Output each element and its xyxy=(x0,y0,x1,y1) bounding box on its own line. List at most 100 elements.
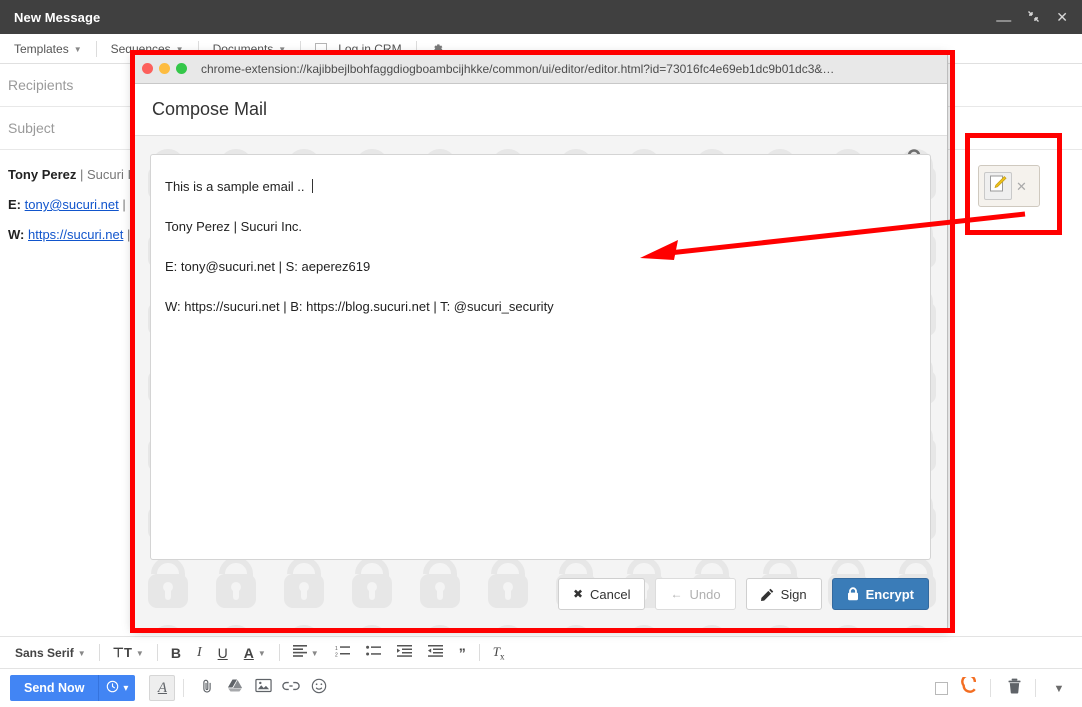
svg-text:1: 1 xyxy=(335,646,338,652)
sucuri-logo-icon xyxy=(961,677,978,699)
formatting-options-button[interactable]: A xyxy=(149,675,175,701)
insert-emoji-button[interactable] xyxy=(306,675,332,701)
screen: New Message — ✕ Templates ▼ Sequences ▼ … xyxy=(0,0,1082,707)
collapse-icon[interactable] xyxy=(1027,10,1040,25)
insert-link-button[interactable] xyxy=(278,675,304,701)
page-title: New Message xyxy=(0,10,100,25)
indent-decrease-icon xyxy=(397,645,412,660)
divider xyxy=(990,679,991,697)
signature-name: Tony Perez xyxy=(8,167,76,182)
tracking-checkbox[interactable] xyxy=(935,682,948,695)
minimize-icon[interactable]: — xyxy=(996,13,1011,28)
window-controls: — ✕ xyxy=(996,10,1082,25)
extension-url: chrome-extension://kajibbejlbohfaggdiogb… xyxy=(201,62,834,76)
website-prefix: W: xyxy=(8,227,24,242)
divider xyxy=(99,644,100,661)
compose-pencil-icon xyxy=(988,174,1008,199)
more-options-button[interactable]: ▼ xyxy=(1046,675,1072,701)
encrypt-label: Encrypt xyxy=(866,587,914,602)
bullet-list-button[interactable] xyxy=(359,641,388,665)
compose-window-titlebar: New Message — ✕ xyxy=(0,0,1082,34)
close-icon[interactable]: ✕ xyxy=(1056,10,1068,24)
pencil-icon xyxy=(761,588,774,601)
bold-button[interactable]: B xyxy=(164,641,188,665)
editor-area: This is a sample email .. Tony Perez | S… xyxy=(134,136,947,560)
quote-button[interactable]: ” xyxy=(452,641,473,665)
more-options-icon: ▼ xyxy=(1054,683,1065,695)
font-family-label: Sans Serif xyxy=(15,646,74,660)
indent-increase-icon xyxy=(428,645,443,660)
cancel-label: Cancel xyxy=(590,587,630,602)
send-button[interactable]: Send Now ▾ xyxy=(10,675,135,701)
align-left-icon xyxy=(293,645,307,660)
attach-file-icon xyxy=(199,678,215,699)
message-text-1: This is a sample email .. xyxy=(165,179,308,194)
text-cursor xyxy=(312,179,313,193)
recipients-placeholder: Recipients xyxy=(8,77,73,93)
attach-file-button[interactable] xyxy=(194,675,220,701)
extension-header: Compose Mail xyxy=(134,84,947,136)
font-size-icon: ⊤T xyxy=(113,645,132,661)
divider xyxy=(157,644,158,661)
italic-button[interactable]: I xyxy=(190,641,209,665)
minimize-dot-icon[interactable] xyxy=(159,63,170,74)
zoom-dot-icon[interactable] xyxy=(176,63,187,74)
align-button[interactable]: ▼ xyxy=(286,641,326,665)
undo-label: Undo xyxy=(689,587,720,602)
indent-decrease-button[interactable] xyxy=(390,641,419,665)
compose-pencil-button[interactable] xyxy=(984,172,1012,200)
insert-photo-button[interactable] xyxy=(250,675,276,701)
message-editor[interactable]: This is a sample email .. Tony Perez | S… xyxy=(150,154,931,560)
indent-increase-button[interactable] xyxy=(421,641,450,665)
formatting-options-icon: A xyxy=(158,680,167,697)
cancel-button[interactable]: ✖ Cancel xyxy=(558,578,646,610)
underline-button[interactable]: U xyxy=(211,641,235,665)
send-label: Send Now xyxy=(10,675,98,701)
bold-icon: B xyxy=(171,645,181,661)
font-size-button[interactable]: ⊤T ▼ xyxy=(106,641,151,665)
compose-mail-title: Compose Mail xyxy=(152,99,267,120)
sign-button[interactable]: Sign xyxy=(746,578,822,610)
block-quote-icon: ” xyxy=(459,645,466,661)
undo-arrow-icon: ← xyxy=(670,588,682,600)
divider xyxy=(479,644,480,661)
encrypt-button[interactable]: Encrypt xyxy=(832,578,929,610)
text-color-button[interactable]: A ▼ xyxy=(237,641,273,665)
formatting-toolbar: Sans Serif ▼ ⊤T ▼ B I U A ▼ ▼ 12 xyxy=(0,636,1082,669)
chevron-down-icon: ▼ xyxy=(136,649,144,658)
google-drive-icon xyxy=(227,678,243,698)
numbered-list-button[interactable]: 12 xyxy=(328,641,357,665)
schedule-send-dropdown[interactable]: ▾ xyxy=(98,675,135,701)
close-dot-icon[interactable] xyxy=(142,63,153,74)
templates-menu[interactable]: Templates ▼ xyxy=(0,42,96,56)
message-line-3: E: tony@sucuri.net | S: aeperez619 xyxy=(165,247,916,287)
insert-link-icon xyxy=(282,679,300,697)
discard-draft-button[interactable] xyxy=(1001,675,1027,701)
divider xyxy=(1035,679,1036,697)
sucuri-button[interactable] xyxy=(956,675,982,701)
clear-formatting-button[interactable]: Tx xyxy=(486,641,512,665)
message-line-1: This is a sample email .. xyxy=(165,167,916,207)
divider xyxy=(279,644,280,661)
svg-text:2: 2 xyxy=(335,653,338,658)
extension-titlebar: chrome-extension://kajibbejlbohfaggdiogb… xyxy=(134,54,947,84)
website-link[interactable]: https://sucuri.net xyxy=(28,227,123,242)
encryption-extension-dialog: chrome-extension://kajibbejlbohfaggdiogb… xyxy=(133,53,948,629)
numbered-list-icon: 12 xyxy=(335,645,350,660)
email-prefix: E: xyxy=(8,197,21,212)
close-icon[interactable]: ✕ xyxy=(1016,180,1027,193)
underline-icon: U xyxy=(218,645,228,661)
undo-button[interactable]: ← Undo xyxy=(655,578,735,610)
insert-drive-button[interactable] xyxy=(222,675,248,701)
close-icon: ✖ xyxy=(573,588,583,600)
lock-icon xyxy=(847,587,859,601)
extension-footer: ✖ Cancel ← Undo Sign Encry xyxy=(134,560,947,628)
extension-body: This is a sample email .. Tony Perez | S… xyxy=(134,136,947,628)
insert-emoji-icon xyxy=(311,678,327,699)
email-link[interactable]: tony@sucuri.net xyxy=(25,197,119,212)
compose-action-bar: Send Now ▾ A xyxy=(0,669,1082,707)
font-family-select[interactable]: Sans Serif ▼ xyxy=(8,641,93,665)
chevron-down-icon: ▼ xyxy=(74,45,82,54)
insert-photo-icon xyxy=(255,678,272,698)
chevron-down-icon: ▼ xyxy=(311,649,319,658)
